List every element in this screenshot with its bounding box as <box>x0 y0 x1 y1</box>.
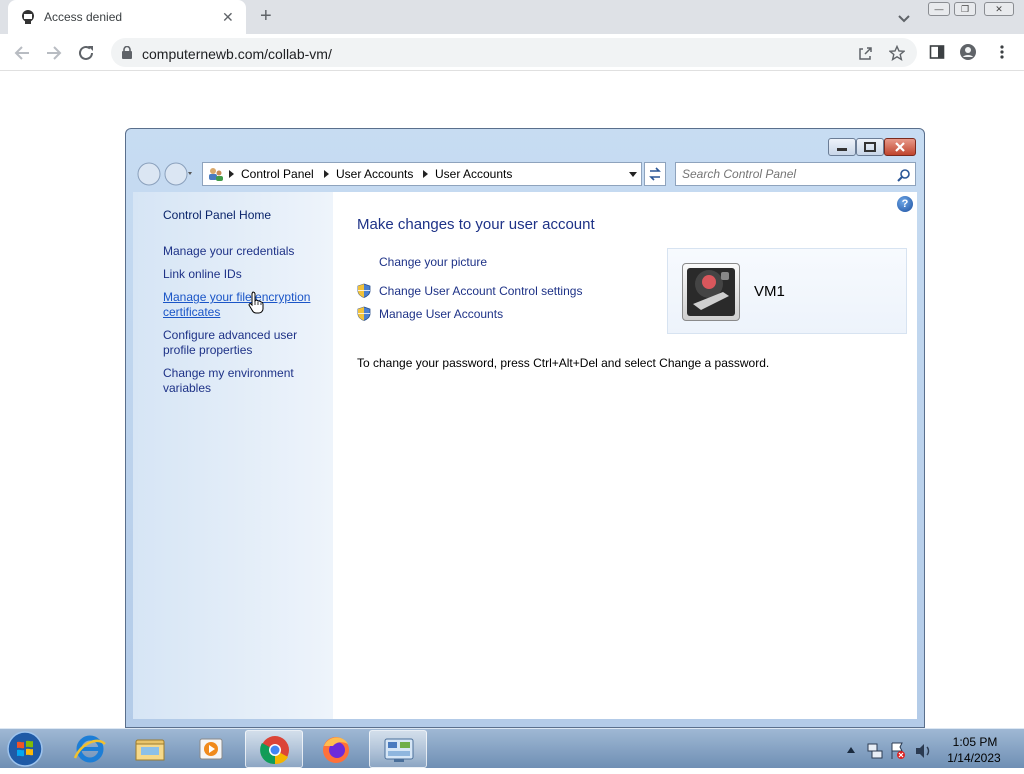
breadcrumb-arrow-icon[interactable] <box>423 170 428 178</box>
collabvm-favicon-icon <box>22 10 34 24</box>
task-pane: Control Panel Home Manage your credentia… <box>133 192 333 719</box>
start-button-icon[interactable] <box>5 730 45 768</box>
show-hidden-icons-icon[interactable] <box>847 747 855 753</box>
breadcrumb-arrow-icon[interactable] <box>324 170 329 178</box>
tab-close-icon[interactable]: ✕ <box>222 9 234 25</box>
profile-avatar-icon[interactable] <box>960 44 976 60</box>
browser-toolbar: computernewb.com/collab-vm/ <box>0 34 1024 71</box>
refresh-button[interactable] <box>644 162 666 186</box>
search-input[interactable] <box>682 167 882 181</box>
clock-time[interactable]: 1:05 PM <box>950 735 1000 749</box>
tab-title: Access denied <box>44 10 123 24</box>
volume-icon[interactable] <box>916 744 930 758</box>
uac-shield-icon <box>357 306 371 321</box>
close-button[interactable] <box>884 138 916 156</box>
user-name: VM1 <box>754 283 785 300</box>
reload-icon[interactable] <box>75 42 97 64</box>
taskbar-media-player[interactable] <box>181 730 239 768</box>
media-player-icon <box>199 738 223 760</box>
host-close-icon[interactable]: ✕ <box>984 2 1014 16</box>
new-tab-icon[interactable]: + <box>260 6 272 26</box>
change-picture-link[interactable]: Change your picture <box>379 255 487 269</box>
turntable-avatar-icon <box>687 268 735 316</box>
taskbar-firefox[interactable] <box>307 730 365 768</box>
chrome-icon <box>260 736 289 765</box>
page-title: Make changes to your user account <box>357 216 595 233</box>
environment-variables-link[interactable]: Change my environment variables <box>163 366 323 396</box>
minimize-button[interactable] <box>828 138 856 156</box>
search-icon[interactable] <box>897 168 911 182</box>
breadcrumb-user-accounts-current[interactable]: User Accounts <box>435 167 512 181</box>
host-restore-icon[interactable]: ❐ <box>954 2 976 16</box>
side-panel-icon[interactable] <box>929 44 945 60</box>
clock-date[interactable]: 1/14/2023 <box>944 751 1004 765</box>
address-bar[interactable]: computernewb.com/collab-vm/ <box>111 38 917 67</box>
uac-settings-link[interactable]: Change User Account Control settings <box>379 284 582 298</box>
breadcrumb-bar[interactable]: Control Panel User Accounts User Account… <box>202 162 642 186</box>
tray-icons <box>847 742 930 759</box>
advanced-profile-properties-link[interactable]: Configure advanced user profile properti… <box>163 328 323 358</box>
share-icon[interactable] <box>857 45 873 61</box>
windows-taskbar: 1:05 PM 1/14/2023 <box>0 728 1024 768</box>
maximize-button[interactable] <box>856 138 884 156</box>
hand-cursor-icon <box>248 291 264 314</box>
taskbar-chrome[interactable] <box>245 730 303 768</box>
file-encryption-certificates-link[interactable]: Manage your file encryption certificates <box>163 290 323 320</box>
network-icon[interactable] <box>867 743 883 759</box>
refresh-icon <box>649 167 661 181</box>
user-picture[interactable] <box>682 263 740 321</box>
uac-shield-icon <box>357 283 371 298</box>
breadcrumb-arrow-icon[interactable] <box>229 170 234 178</box>
main-pane: ? Make changes to your user account Chan… <box>333 192 917 719</box>
internet-explorer-icon <box>73 735 106 763</box>
user-account-tile: VM1 <box>667 248 907 334</box>
breadcrumb-control-panel[interactable]: Control Panel <box>241 167 314 181</box>
taskbar-windows-explorer[interactable] <box>121 730 179 768</box>
control-panel-window: Control Panel User Accounts User Account… <box>125 128 925 728</box>
link-online-ids-link[interactable]: Link online IDs <box>163 267 323 282</box>
forward-arrow-icon[interactable] <box>43 42 65 64</box>
control-panel-home-link[interactable]: Control Panel Home <box>163 208 323 223</box>
lock-icon[interactable] <box>121 46 133 59</box>
bookmark-star-icon[interactable] <box>889 45 905 61</box>
control-panel-icon <box>209 168 223 181</box>
help-icon[interactable]: ? <box>897 196 913 212</box>
taskbar-control-panel[interactable] <box>369 730 427 768</box>
manage-user-accounts-link[interactable]: Manage User Accounts <box>379 307 503 321</box>
browser-tab-strip: Access denied ✕ + — ❐ ✕ <box>0 0 1024 34</box>
host-minimize-icon[interactable]: — <box>928 2 950 16</box>
url-text[interactable]: computernewb.com/collab-vm/ <box>142 46 332 62</box>
address-dropdown-icon[interactable] <box>629 172 637 177</box>
taskbar-internet-explorer[interactable] <box>61 730 119 768</box>
minimize-icon <box>837 148 847 151</box>
back-forward-buttons[interactable] <box>136 161 192 187</box>
browser-menu-icon[interactable] <box>994 44 1010 60</box>
windows-explorer-icon <box>135 739 165 761</box>
close-icon <box>895 142 905 152</box>
search-box[interactable] <box>675 162 916 186</box>
breadcrumb-user-accounts[interactable]: User Accounts <box>336 167 413 181</box>
firefox-icon <box>323 737 349 763</box>
window-content: Control Panel Home Manage your credentia… <box>133 192 917 719</box>
control-panel-icon <box>384 738 414 762</box>
action-center-icon[interactable] <box>891 742 905 759</box>
maximize-icon <box>864 142 876 152</box>
explorer-address-row: Control Panel User Accounts User Account… <box>134 159 918 189</box>
back-arrow-icon[interactable] <box>11 42 33 64</box>
tab-search-chevron-icon[interactable] <box>896 10 912 26</box>
browser-tab[interactable]: Access denied ✕ <box>8 0 246 34</box>
manage-credentials-link[interactable]: Manage your credentials <box>163 244 323 259</box>
password-instructions: To change your password, press Ctrl+Alt+… <box>357 356 770 370</box>
